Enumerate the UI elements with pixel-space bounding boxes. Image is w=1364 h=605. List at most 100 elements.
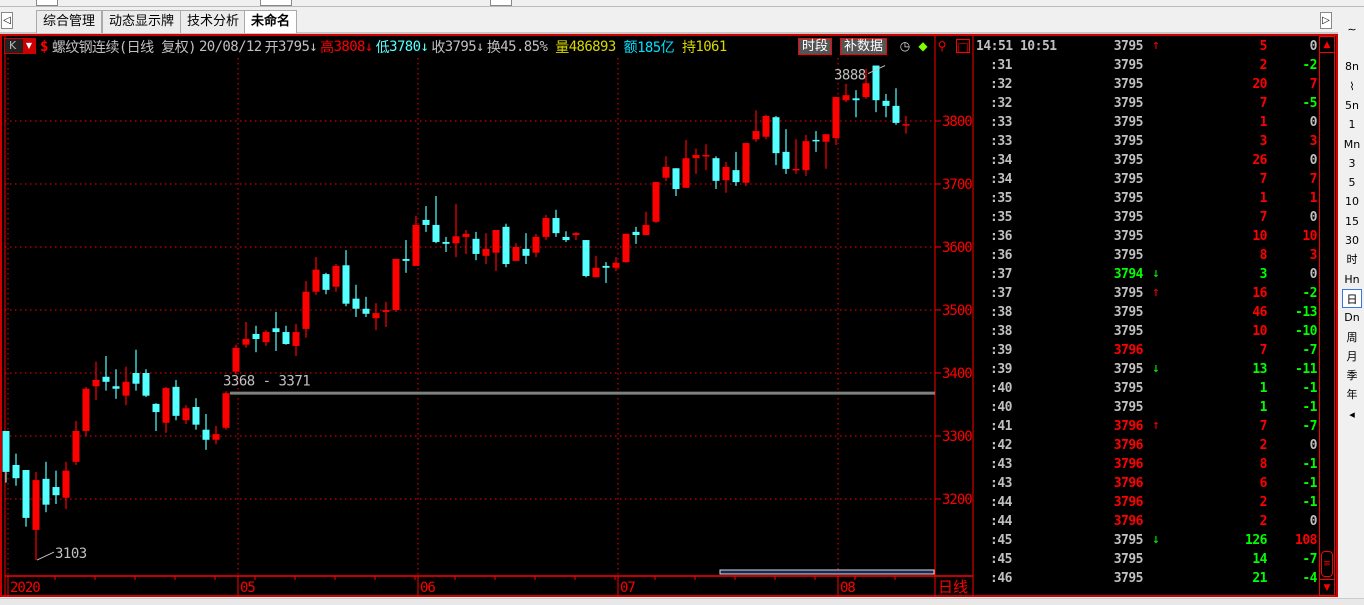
tab-scroll-right-button[interactable]: ▷ [1320, 12, 1332, 29]
candle-body [832, 97, 840, 139]
month-label: 07 [620, 580, 635, 596]
tick-row[interactable]: :40 3795 1 -1 [975, 398, 1320, 417]
candle-body [592, 267, 600, 278]
tick-row[interactable]: :32 3795 20 7 [975, 75, 1320, 94]
diamond-icon[interactable]: ◆ [916, 39, 930, 53]
tick-row[interactable]: :44 3796 2 -1 [975, 493, 1320, 512]
candle-body [332, 265, 340, 287]
toolbar-period-button[interactable]: 周 [1342, 328, 1362, 347]
toolbar-period-button[interactable]: Dn [1342, 308, 1362, 327]
tick-row[interactable]: :43 3796 6 -1 [975, 474, 1320, 493]
toolbar-period-button[interactable]: 季 [1342, 366, 1362, 385]
candle-body [672, 168, 680, 190]
tick-time: :36 [990, 229, 1012, 244]
candle-body [472, 238, 480, 254]
tick-oi-change: -1 [1302, 495, 1317, 510]
scroll-thumb[interactable]: ≡ [1321, 551, 1333, 577]
tick-row[interactable]: :34 3795 26 0 [975, 151, 1320, 170]
toolbar-period-button[interactable]: Mn [1342, 135, 1362, 154]
quote-header: $ 螺纹钢连续(日线 复权) 20/08/12 开 3795 ↓ 高 3808 ↓ 低3… [40, 39, 727, 56]
tick-oi-change: 1 [1309, 191, 1318, 206]
period-label: 日线 [938, 578, 968, 596]
toolbar-period-button[interactable]: 月 [1342, 347, 1362, 366]
tick-row[interactable]: :32 3795 7 -5 [975, 94, 1320, 113]
candle-body [252, 333, 260, 339]
candle-body [232, 347, 240, 372]
candle-body [162, 388, 170, 423]
tick-list-scrollbar[interactable]: ▲ ≡ ▼ [1319, 36, 1335, 596]
candle-body [732, 170, 740, 183]
period-dropdown[interactable]: K ▼ [4, 38, 36, 54]
y-tick-label: 3800 [942, 114, 972, 130]
toolbar-period-button[interactable]: 5 [1342, 173, 1362, 192]
tick-price: 3795 [1113, 134, 1144, 149]
tick-row[interactable]: :35 3795 1 1 [975, 189, 1320, 208]
toolbar-period-button[interactable]: 5n [1342, 96, 1362, 115]
candle-body [322, 274, 330, 290]
tick-row[interactable]: :46 3795 21 -4 [975, 569, 1320, 588]
tick-row[interactable]: :42 3796 2 0 [975, 436, 1320, 455]
chart-range-scrollbar[interactable] [719, 569, 935, 575]
tick-row[interactable]: :45 3795 14 -7 [975, 550, 1320, 569]
candle-body [352, 298, 360, 309]
scroll-down-icon[interactable]: ▼ [1320, 579, 1334, 595]
tick-row[interactable]: :31 3795 2 -2 [975, 56, 1320, 75]
toolbar-period-button[interactable]: 时 [1342, 250, 1362, 269]
candle-body [12, 464, 20, 479]
tick-row[interactable]: 14:51 10:51 3795 ↑ 5 0 [975, 37, 1320, 56]
toolbar-period-button[interactable]: 15 [1342, 212, 1362, 231]
tick-row[interactable]: :41 3796 ↑ 7 -7 [975, 417, 1320, 436]
toolbar-period-button[interactable]: Hn [1342, 270, 1362, 289]
toolbar-period-button[interactable]: 8n [1342, 57, 1362, 76]
tick-row[interactable]: :37 3795 ↑ 16 -2 [975, 284, 1320, 303]
tick-time: :44 [990, 514, 1012, 529]
candle-body [292, 332, 300, 346]
tick-oi-change: -1 [1302, 476, 1317, 491]
toolbar-period-button[interactable]: 30 [1342, 231, 1362, 250]
toolbar-period-button[interactable]: 3 [1342, 154, 1362, 173]
tick-row[interactable]: :45 3795 ↓ 126 108 [975, 531, 1320, 550]
tick-row[interactable]: :38 3795 10 -10 [975, 322, 1320, 341]
tick-row[interactable]: :34 3795 7 7 [975, 170, 1320, 189]
fill-data-button[interactable]: 补数据 [840, 38, 888, 55]
tick-oi-change: -7 [1302, 419, 1317, 434]
tick-time: :32 [990, 96, 1012, 111]
tick-row[interactable]: :33 3795 1 0 [975, 113, 1320, 132]
tick-row[interactable]: :40 3795 1 -1 [975, 379, 1320, 398]
candle-body [622, 233, 630, 263]
candle-body [692, 155, 700, 159]
candle-body [762, 115, 770, 137]
toolbar-period-button[interactable]: 日 [1342, 288, 1362, 308]
time-period-button[interactable]: 时段 [798, 38, 833, 55]
tick-row[interactable]: :39 3795 ↓ 13 -11 [975, 360, 1320, 379]
tick-row[interactable]: :33 3795 3 3 [975, 132, 1320, 151]
candle-body [152, 403, 160, 413]
tick-price: 3795 [1113, 229, 1144, 244]
tick-row[interactable]: :37 3794 ↓ 3 0 [975, 265, 1320, 284]
tick-arrow: ↑ [1152, 285, 1160, 300]
maximize-icon[interactable]: □ [956, 39, 970, 54]
toolbar-period-button[interactable]: 10 [1342, 192, 1362, 211]
toolbar-period-button[interactable]: ◂ [1342, 405, 1362, 424]
scroll-up-icon[interactable]: ▲ [1320, 37, 1334, 53]
tick-row[interactable]: :44 3796 2 0 [975, 512, 1320, 531]
tick-row[interactable]: :36 3795 8 3 [975, 246, 1320, 265]
tick-row[interactable]: :36 3795 10 10 [975, 227, 1320, 246]
candlestick-chart[interactable]: 3200 3300 3400 3500 3600 3700 3800 2020 05 06 07 08… [0, 0, 975, 600]
toolbar-period-button[interactable]: 1 [1342, 115, 1362, 134]
tick-row[interactable]: :39 3796 7 -7 [975, 341, 1320, 360]
toolbar-period-button[interactable]: 年 [1342, 385, 1362, 404]
tick-row[interactable]: :43 3796 8 -1 [975, 455, 1320, 474]
candle-body [92, 379, 100, 387]
tick-volume: 8 [1259, 248, 1268, 263]
tick-time: :35 [990, 210, 1012, 225]
tick-row[interactable]: :38 3795 46 -13 [975, 303, 1320, 322]
toolbar-period-button[interactable]: ⌇ [1342, 77, 1362, 96]
candle-body [172, 386, 180, 416]
clock-icon[interactable]: ◷ [898, 39, 912, 53]
open-interest-value: 1061 [695, 39, 727, 55]
tick-row[interactable]: :35 3795 7 0 [975, 208, 1320, 227]
tick-oi-change: 108 [1295, 533, 1317, 548]
toolbar-period-button[interactable]: ∼ [1342, 20, 1362, 39]
pin-icon[interactable]: ⚲ [935, 39, 949, 53]
